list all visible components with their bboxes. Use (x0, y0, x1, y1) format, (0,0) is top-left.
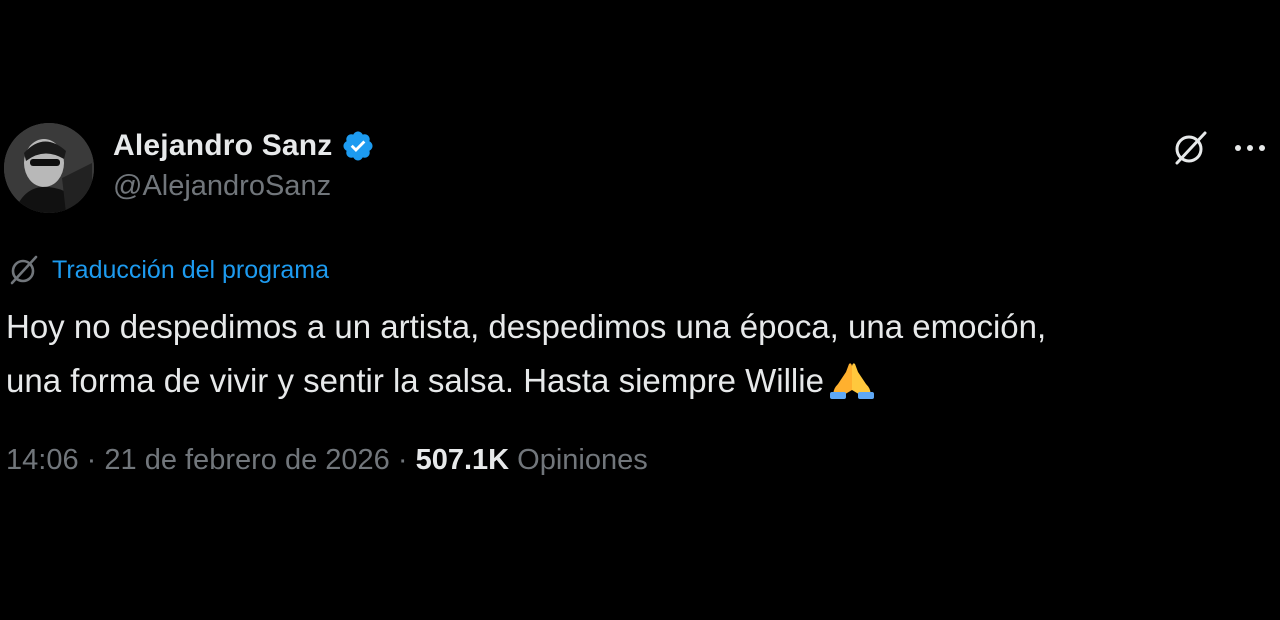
tweet-text-line-2: una forma de vivir y sentir la salsa. Ha… (6, 354, 1271, 408)
avatar-image (4, 123, 94, 213)
avatar[interactable] (4, 123, 94, 213)
more-options-icon[interactable] (1230, 128, 1270, 168)
tweet-date[interactable]: 21 de febrero de 2026 (104, 444, 389, 476)
display-name-row: Alejandro Sanz (113, 124, 375, 168)
tweet: Alejandro Sanz @AlejandroSanz Traducción… (0, 0, 1280, 620)
translation-link[interactable]: Traducción del programa (52, 256, 329, 285)
tweet-text: Hoy no despedimos a un artista, despedim… (6, 300, 1271, 408)
folded-hands-emoji-icon (828, 360, 876, 400)
views-label: Opiniones (517, 444, 648, 476)
user-info: Alejandro Sanz @AlejandroSanz (113, 124, 375, 203)
meta-separator: · (86, 444, 97, 476)
tweet-text-line: Hoy no despedimos a un artista, despedim… (6, 308, 1047, 345)
tweet-text-line: una forma de vivir y sentir la salsa. Ha… (6, 362, 824, 399)
translation-row: Traducción del programa (6, 252, 329, 288)
grok-icon[interactable] (1170, 128, 1210, 168)
verified-badge-icon[interactable] (341, 129, 375, 163)
user-handle[interactable]: @AlejandroSanz (113, 170, 375, 203)
tweet-meta: 14:06 · 21 de febrero de 2026 · 507.1K O… (6, 444, 648, 477)
display-name[interactable]: Alejandro Sanz (113, 129, 333, 163)
meta-separator: · (397, 444, 408, 476)
tweet-time[interactable]: 14:06 (6, 444, 79, 476)
grok-translation-icon (6, 252, 42, 288)
views-count[interactable]: 507.1K (416, 444, 510, 476)
